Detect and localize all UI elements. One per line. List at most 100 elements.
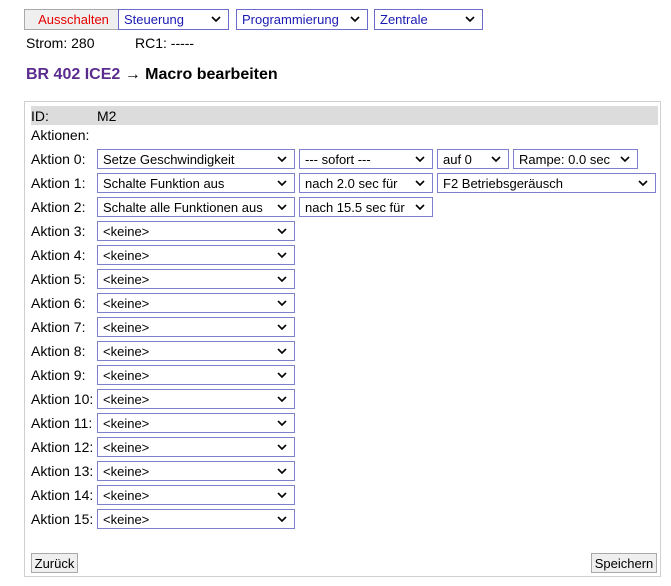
- action-label: Aktion 4:: [31, 247, 86, 263]
- ramp-select[interactable]: Rampe: 0.0 sec: [513, 149, 638, 169]
- action-label: Aktion 12:: [31, 439, 94, 455]
- menu-steuerung-label: Steuerung: [124, 12, 184, 27]
- action-type-select[interactable]: <keine>: [97, 245, 295, 265]
- menu-programmierung-label: Programmierung: [242, 12, 339, 27]
- id-row: ID: M2: [31, 106, 658, 125]
- back-button[interactable]: Zurück: [31, 553, 78, 573]
- page-title: BR 402 ICE2 → Macro bearbeiten: [26, 66, 278, 84]
- action-label: Aktion 2:: [31, 199, 86, 215]
- chevron-down-icon: [277, 516, 287, 523]
- menu-steuerung[interactable]: Steuerung: [118, 9, 229, 30]
- chevron-down-icon: [277, 300, 287, 307]
- chevron-down-icon: [415, 180, 425, 187]
- chevron-down-icon: [277, 420, 287, 427]
- chevron-down-icon: [277, 204, 287, 211]
- chevron-down-icon: [620, 156, 630, 163]
- action-label: Aktion 6:: [31, 295, 86, 311]
- action-label: Aktion 8:: [31, 343, 86, 359]
- timing-select[interactable]: --- sofort ---: [299, 149, 433, 169]
- value-select-value: auf 0: [443, 151, 472, 167]
- action-type-select-value: <keine>: [103, 343, 150, 359]
- action-type-select[interactable]: <keine>: [97, 221, 295, 241]
- chevron-down-icon: [638, 180, 648, 187]
- actions-label: Aktionen:: [31, 127, 90, 143]
- action-type-select-value: <keine>: [103, 463, 150, 479]
- action-type-select[interactable]: <keine>: [97, 461, 295, 481]
- action-type-select[interactable]: Schalte alle Funktionen aus: [97, 197, 295, 217]
- timing-select-value: nach 15.5 sec für: [305, 199, 405, 215]
- action-type-select-value: <keine>: [103, 439, 150, 455]
- chevron-down-icon: [277, 324, 287, 331]
- action-type-select[interactable]: Schalte Funktion aus: [97, 173, 295, 193]
- menu-zentrale[interactable]: Zentrale: [374, 9, 483, 30]
- timing-select-value: --- sofort ---: [305, 151, 371, 167]
- action-type-select[interactable]: <keine>: [97, 365, 295, 385]
- action-label: Aktion 1:: [31, 175, 86, 191]
- save-button[interactable]: Speichern: [591, 553, 657, 573]
- action-label: Aktion 3:: [31, 223, 86, 239]
- value-select[interactable]: F2 Betriebsgeräusch: [437, 173, 656, 193]
- menu-programmierung[interactable]: Programmierung: [236, 9, 368, 30]
- chevron-down-icon: [277, 156, 287, 163]
- action-type-select-value: <keine>: [103, 319, 150, 335]
- action-type-select[interactable]: <keine>: [97, 509, 295, 529]
- action-type-select-value: <keine>: [103, 511, 150, 527]
- action-type-select-value: Setze Geschwindigkeit: [103, 151, 235, 167]
- timing-select[interactable]: nach 15.5 sec für: [299, 197, 433, 217]
- action-label: Aktion 14:: [31, 487, 94, 503]
- action-type-select-value: Schalte Funktion aus: [103, 175, 225, 191]
- action-type-select[interactable]: <keine>: [97, 485, 295, 505]
- menu-zentrale-label: Zentrale: [380, 12, 428, 27]
- action-type-select-value: <keine>: [103, 295, 150, 311]
- chevron-down-icon: [277, 180, 287, 187]
- action-type-select-value: <keine>: [103, 247, 150, 263]
- action-type-select[interactable]: <keine>: [97, 269, 295, 289]
- action-type-select-value: Schalte alle Funktionen aus: [103, 199, 263, 215]
- chevron-down-icon: [415, 156, 425, 163]
- action-label: Aktion 5:: [31, 271, 86, 287]
- rc1-status: RC1: -----: [135, 35, 195, 51]
- action-label: Aktion 0:: [31, 151, 86, 167]
- action-type-select[interactable]: <keine>: [97, 413, 295, 433]
- ausschalten-button[interactable]: Ausschalten: [24, 9, 123, 30]
- chevron-down-icon: [277, 228, 287, 235]
- title-text: Macro bearbeiten: [145, 66, 278, 83]
- chevron-down-icon: [277, 276, 287, 283]
- loco-name-link[interactable]: BR 402 ICE2: [26, 66, 120, 83]
- macro-panel: ID: M2 Aktionen: Aktion 0: Setze Geschwin…: [24, 101, 661, 577]
- chevron-down-icon: [211, 16, 221, 23]
- chevron-down-icon: [277, 372, 287, 379]
- action-type-select[interactable]: <keine>: [97, 293, 295, 313]
- chevron-down-icon: [491, 156, 501, 163]
- action-label: Aktion 15:: [31, 511, 94, 527]
- action-label: Aktion 7:: [31, 319, 86, 335]
- id-label: ID:: [31, 108, 49, 124]
- chevron-down-icon: [350, 16, 360, 23]
- timing-select-value: nach 2.0 sec für: [305, 175, 398, 191]
- action-label: Aktion 13:: [31, 463, 94, 479]
- value-select[interactable]: auf 0: [437, 149, 509, 169]
- action-type-select-value: <keine>: [103, 487, 150, 503]
- action-type-select-value: <keine>: [103, 271, 150, 287]
- timing-select[interactable]: nach 2.0 sec für: [299, 173, 433, 193]
- action-type-select[interactable]: <keine>: [97, 437, 295, 457]
- action-type-select-value: <keine>: [103, 223, 150, 239]
- chevron-down-icon: [277, 252, 287, 259]
- action-type-select[interactable]: <keine>: [97, 317, 295, 337]
- chevron-down-icon: [465, 16, 475, 23]
- title-arrow: →: [124, 66, 141, 83]
- value-select-value: F2 Betriebsgeräusch: [443, 175, 563, 191]
- action-type-select[interactable]: <keine>: [97, 341, 295, 361]
- chevron-down-icon: [415, 204, 425, 211]
- strom-status: Strom: 280: [26, 35, 95, 51]
- action-type-select-value: <keine>: [103, 391, 150, 407]
- action-label: Aktion 9:: [31, 367, 86, 383]
- action-type-select-value: <keine>: [103, 415, 150, 431]
- action-type-select[interactable]: Setze Geschwindigkeit: [97, 149, 295, 169]
- chevron-down-icon: [277, 468, 287, 475]
- action-type-select-value: <keine>: [103, 367, 150, 383]
- ramp-select-value: Rampe: 0.0 sec: [519, 151, 611, 167]
- id-value: M2: [97, 108, 117, 124]
- action-type-select[interactable]: <keine>: [97, 389, 295, 409]
- chevron-down-icon: [277, 492, 287, 499]
